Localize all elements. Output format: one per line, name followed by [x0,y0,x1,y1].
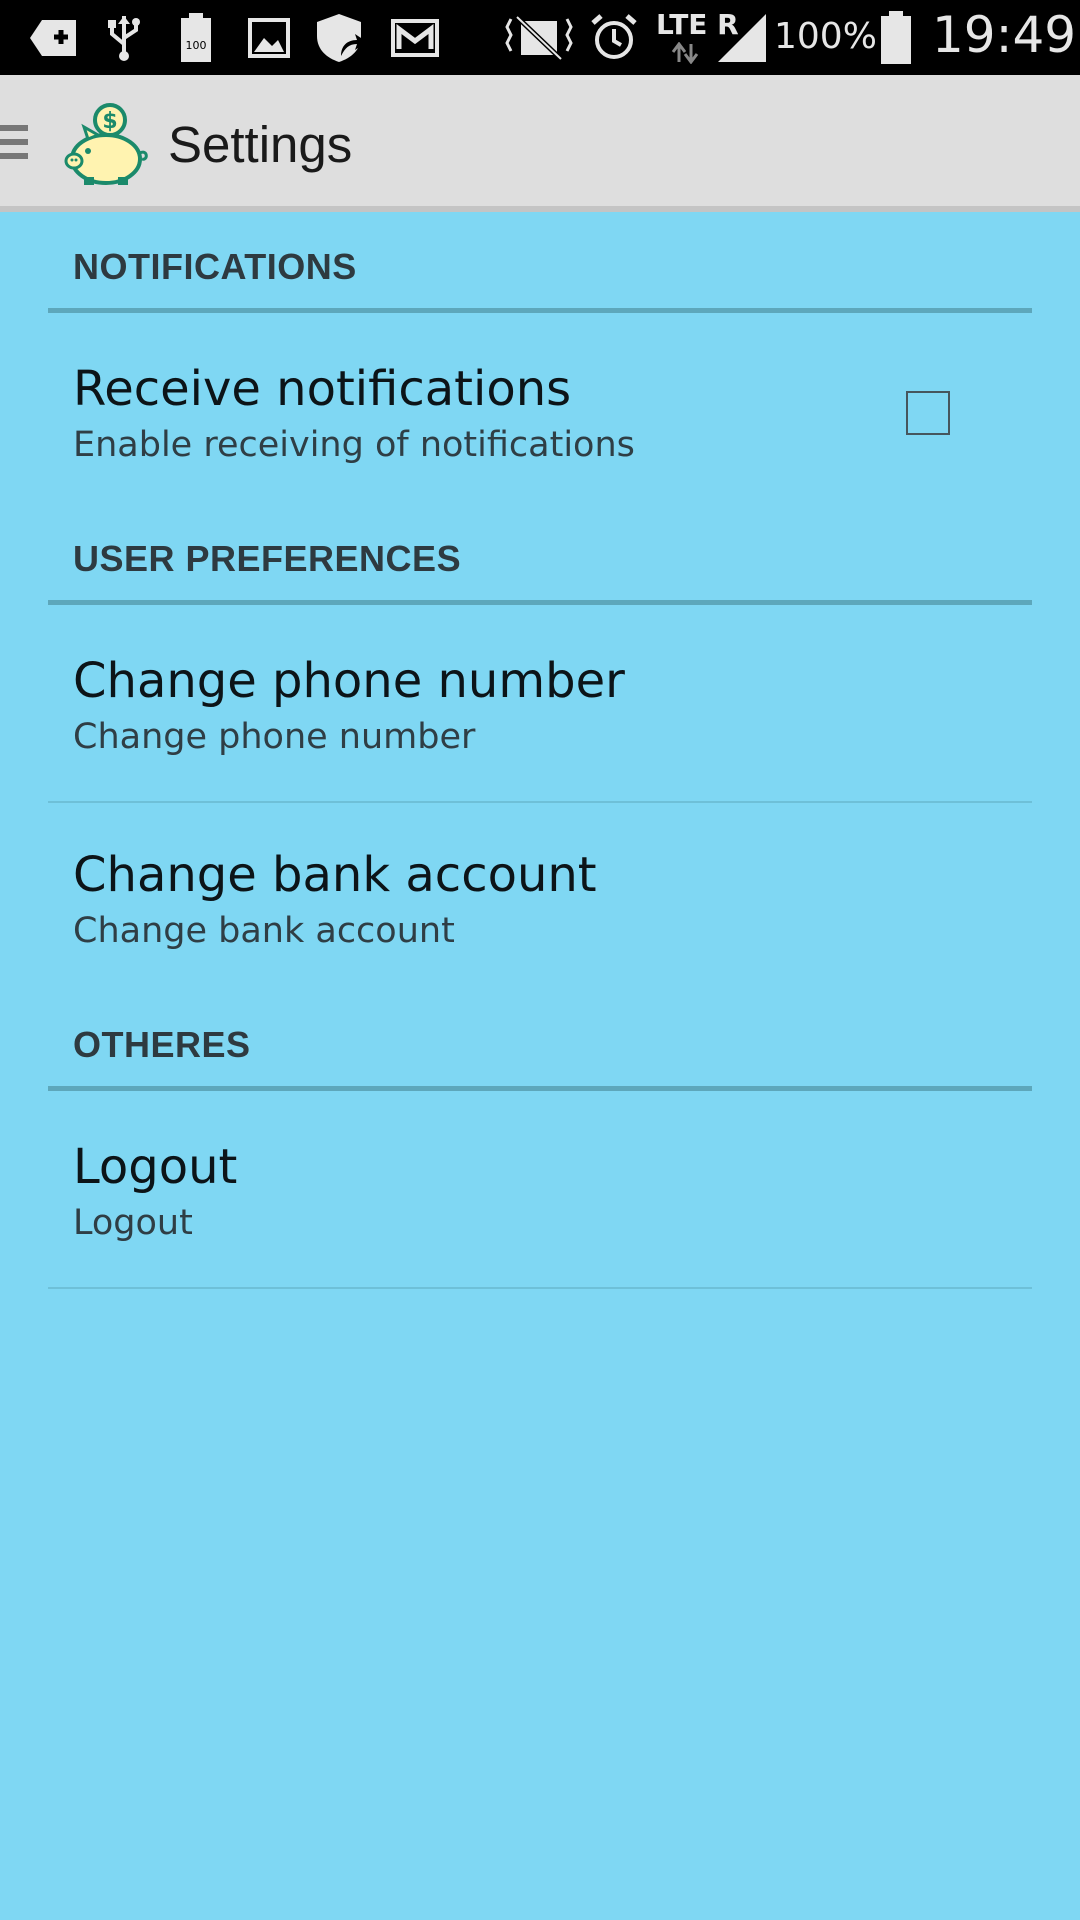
pref-title: Change bank account [73,847,597,903]
pref-logout[interactable]: Logout Logout [48,1091,1032,1287]
action-bar: $ Settings [0,75,1080,212]
signal-icon [716,14,768,62]
data-arrows-icon [670,42,700,64]
clock: 19:49 [932,6,1077,64]
pref-receive-notifications[interactable]: Receive notifications Enable receiving o… [48,313,1032,503]
svg-text:$: $ [102,109,117,134]
battery-percent: 100% [774,16,877,57]
image-icon [246,14,292,62]
section-header-notifications: NOTIFICATIONS [73,246,357,287]
add-icon [26,14,82,62]
pref-change-phone-number[interactable]: Change phone number Change phone number [48,605,1032,801]
pref-title: Logout [73,1139,238,1195]
pref-title: Change phone number [73,653,625,709]
vibrate-icon [502,14,576,62]
pref-summary: Logout [73,1203,193,1243]
section-header-others: OTHERES [73,1024,251,1065]
status-bar: 100 LTE R 100% 19:49 [0,0,1080,75]
section-header-user-preferences: USER PREFERENCES [73,538,462,579]
drawer-menu-icon[interactable] [0,125,30,165]
pref-summary: Change bank account [73,911,455,951]
battery-icon [878,11,914,64]
usb-icon [104,14,144,62]
battery-saver-icon: 100 [178,13,214,62]
pref-title: Receive notifications [73,361,572,417]
piggy-bank-logo[interactable]: $ [62,103,152,187]
gmail-icon [390,14,440,62]
receive-notifications-checkbox[interactable] [906,391,950,435]
shield-icon [312,14,370,62]
page-title: Settings [168,116,353,173]
pref-summary: Enable receiving of notifications [73,425,635,465]
item-divider [48,1287,1032,1289]
alarm-icon [588,14,640,62]
pref-change-bank-account[interactable]: Change bank account Change bank account [48,803,1032,993]
svg-text:100: 100 [186,39,207,52]
pref-summary: Change phone number [73,717,476,757]
